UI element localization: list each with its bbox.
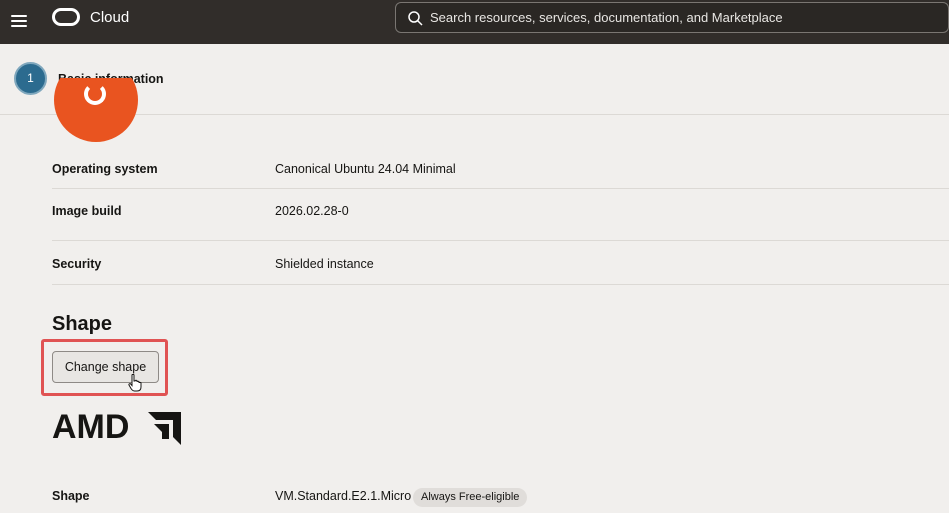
change-shape-button[interactable]: Change shape [52, 351, 159, 383]
basic-information-section-header[interactable]: 1 Basic information [0, 44, 949, 115]
top-navigation-bar: Cloud [0, 0, 949, 44]
oracle-logo-icon[interactable] [52, 8, 80, 26]
image-build-value: 2026.02.28-0 [275, 204, 349, 218]
amd-arrow-icon [148, 412, 181, 445]
brand-name[interactable]: Cloud [90, 9, 129, 26]
security-value: Shielded instance [275, 257, 374, 271]
ubuntu-logo-icon [54, 78, 138, 142]
row-divider [52, 188, 949, 189]
search-input[interactable] [430, 3, 930, 32]
row-divider [52, 284, 949, 285]
hamburger-menu-icon[interactable] [11, 11, 29, 31]
search-icon [408, 11, 423, 26]
image-build-label: Image build [52, 204, 122, 218]
always-free-eligible-badge: Always Free-eligible [413, 488, 528, 507]
row-divider [52, 240, 949, 241]
shape-label: Shape [52, 489, 90, 503]
step-number-badge: 1 [14, 62, 47, 95]
shape-value: VM.Standard.E2.1.Micro [275, 489, 412, 503]
search-bar[interactable] [395, 2, 949, 33]
shape-heading: Shape [52, 313, 113, 335]
operating-system-value: Canonical Ubuntu 24.04 Minimal [275, 162, 456, 176]
operating-system-label: Operating system [52, 162, 158, 176]
hand-cursor-icon [128, 374, 142, 392]
security-label: Security [52, 257, 102, 271]
